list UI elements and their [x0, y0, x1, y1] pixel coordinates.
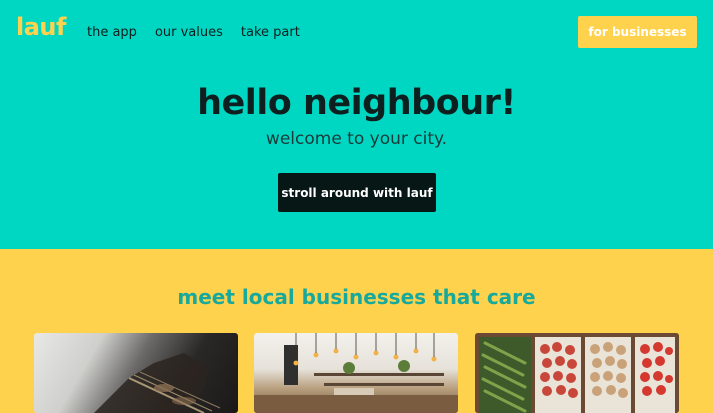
business-card-cafe[interactable]: [254, 333, 458, 413]
guitar-photo: [94, 353, 221, 413]
stroll-around-button[interactable]: stroll around with lauf: [278, 173, 436, 212]
hero-title: hello neighbour!: [197, 83, 516, 123]
business-card-market[interactable]: [475, 333, 679, 413]
business-card-guitar[interactable]: [34, 333, 238, 413]
hero-subtitle: welcome to your city.: [265, 129, 448, 149]
produce-market-photo: [475, 333, 679, 413]
main-nav: the app our values take part: [87, 25, 318, 40]
logo[interactable]: lauf: [16, 13, 66, 41]
section-title: meet local businesses that care: [177, 285, 536, 309]
nav-item-the-app[interactable]: the app: [87, 25, 137, 40]
nav-item-take-part[interactable]: take part: [241, 25, 300, 40]
for-businesses-button[interactable]: for businesses: [578, 16, 697, 48]
nav-item-our-values[interactable]: our values: [155, 25, 223, 40]
cafe-interior-photo: [254, 333, 458, 413]
hero-section: lauf the app our values take part for bu…: [0, 0, 713, 249]
